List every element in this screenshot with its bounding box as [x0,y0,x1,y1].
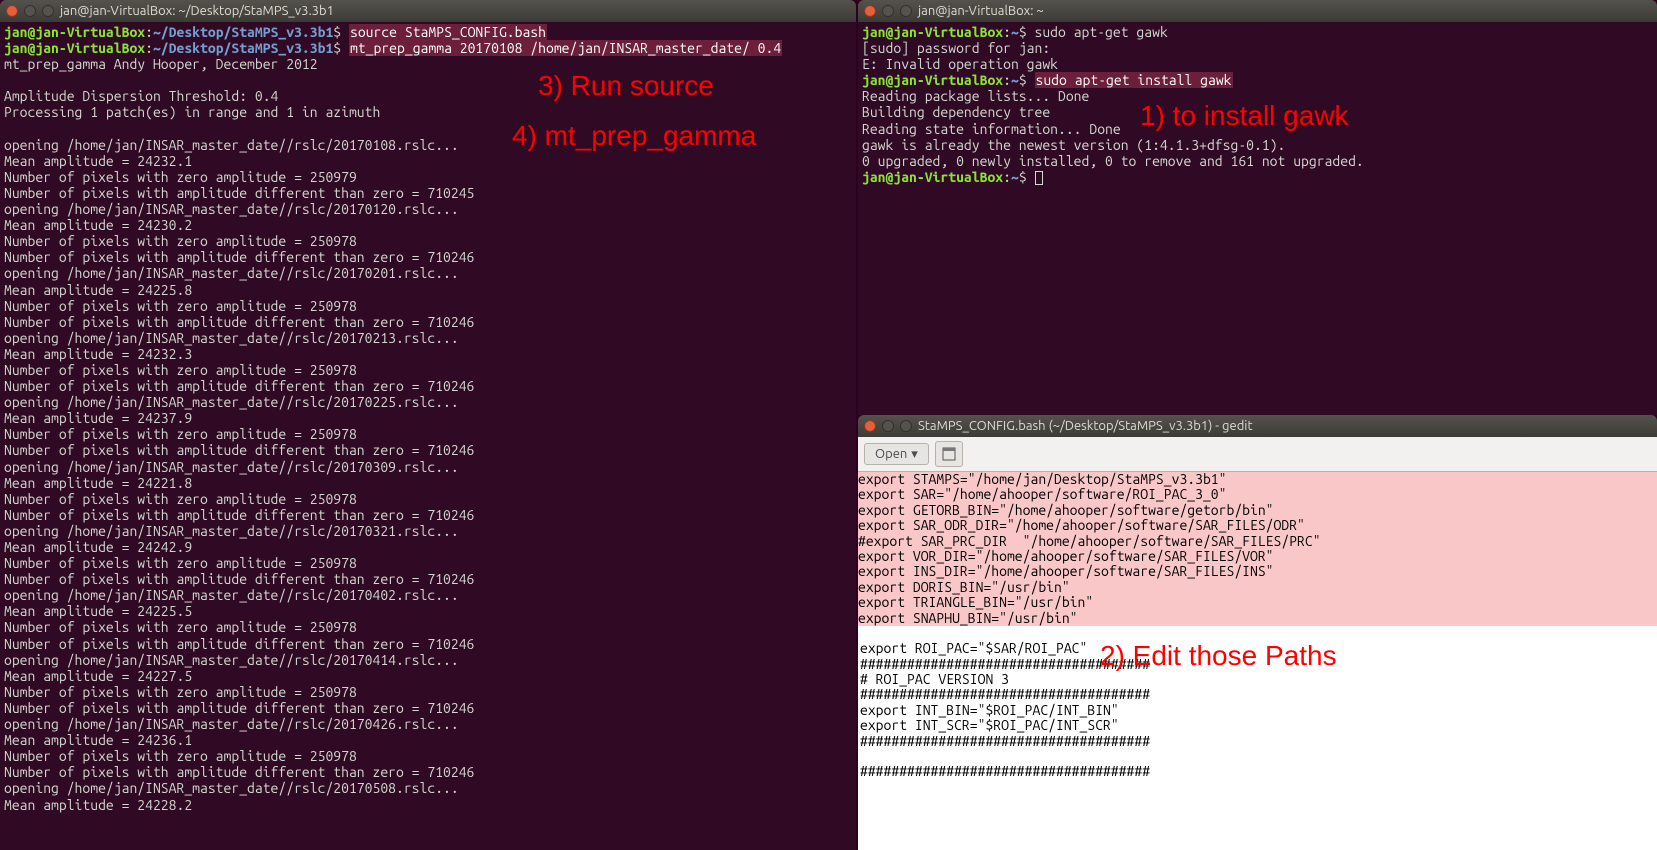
gedit-titlebar[interactable]: StaMPS_CONFIG.bash (~/Desktop/StaMPS_v3.… [858,415,1657,437]
cmd-aptget2: sudo apt-get install gawk [1035,72,1233,88]
chevron-down-icon: ▾ [911,447,918,462]
terminal-right-body[interactable]: jan@jan-VirtualBox:~$ sudo apt-get gawk … [858,22,1657,415]
prompt-user: jan@jan-VirtualBox [4,24,145,40]
gedit-window: StaMPS_CONFIG.bash (~/Desktop/StaMPS_v3.… [858,415,1657,850]
close-icon[interactable] [864,5,876,17]
maximize-icon[interactable] [900,5,912,17]
minimize-icon[interactable] [882,420,894,432]
terminal-right-output1: [sudo] password for jan: E: Invalid oper… [862,40,1058,72]
gedit-body[interactable]: export STAMPS="/home/jan/Desktop/StaMPS_… [858,472,1657,850]
terminal-right-output2: Reading package lists... Done Building d… [862,88,1364,168]
close-icon[interactable] [6,5,18,17]
gedit-plain-lines: export ROI_PAC="$SAR/ROI_PAC" ##########… [858,626,1657,780]
minimize-icon[interactable] [882,5,894,17]
terminal-left: jan@jan-VirtualBox: ~/Desktop/StaMPS_v3.… [0,0,856,850]
terminal-right-titlebar[interactable]: jan@jan-VirtualBox: ~ [858,0,1657,22]
cmd-aptget1: sudo apt-get gawk [1035,24,1168,40]
terminal-right: jan@jan-VirtualBox: ~ jan@jan-VirtualBox… [858,0,1657,415]
cmd-source: source StaMPS_CONFIG.bash [349,24,547,40]
maximize-icon[interactable] [42,5,54,17]
close-icon[interactable] [864,420,876,432]
terminal-left-output: mt_prep_gamma Andy Hooper, December 2012… [4,56,474,812]
open-button[interactable]: Open ▾ [864,443,929,466]
terminal-left-titlebar[interactable]: jan@jan-VirtualBox: ~/Desktop/StaMPS_v3.… [0,0,856,22]
terminal-left-title: jan@jan-VirtualBox: ~/Desktop/StaMPS_v3.… [60,4,334,19]
terminal-right-title: jan@jan-VirtualBox: ~ [918,4,1044,19]
gedit-toolbar: Open ▾ [858,437,1657,472]
cursor-icon [1035,171,1043,185]
new-tab-icon [942,447,956,461]
new-tab-button[interactable] [935,441,963,467]
gedit-title: StaMPS_CONFIG.bash (~/Desktop/StaMPS_v3.… [918,419,1253,434]
cmd-mtprep: mt_prep_gamma 20170108 /home/jan/INSAR_m… [349,40,782,56]
minimize-icon[interactable] [24,5,36,17]
terminal-left-body[interactable]: jan@jan-VirtualBox:~/Desktop/StaMPS_v3.3… [0,22,856,850]
gedit-highlighted-lines: export STAMPS="/home/jan/Desktop/StaMPS_… [858,472,1657,626]
maximize-icon[interactable] [900,420,912,432]
prompt-path: ~/Desktop/StaMPS_v3.3b1 [153,24,333,40]
